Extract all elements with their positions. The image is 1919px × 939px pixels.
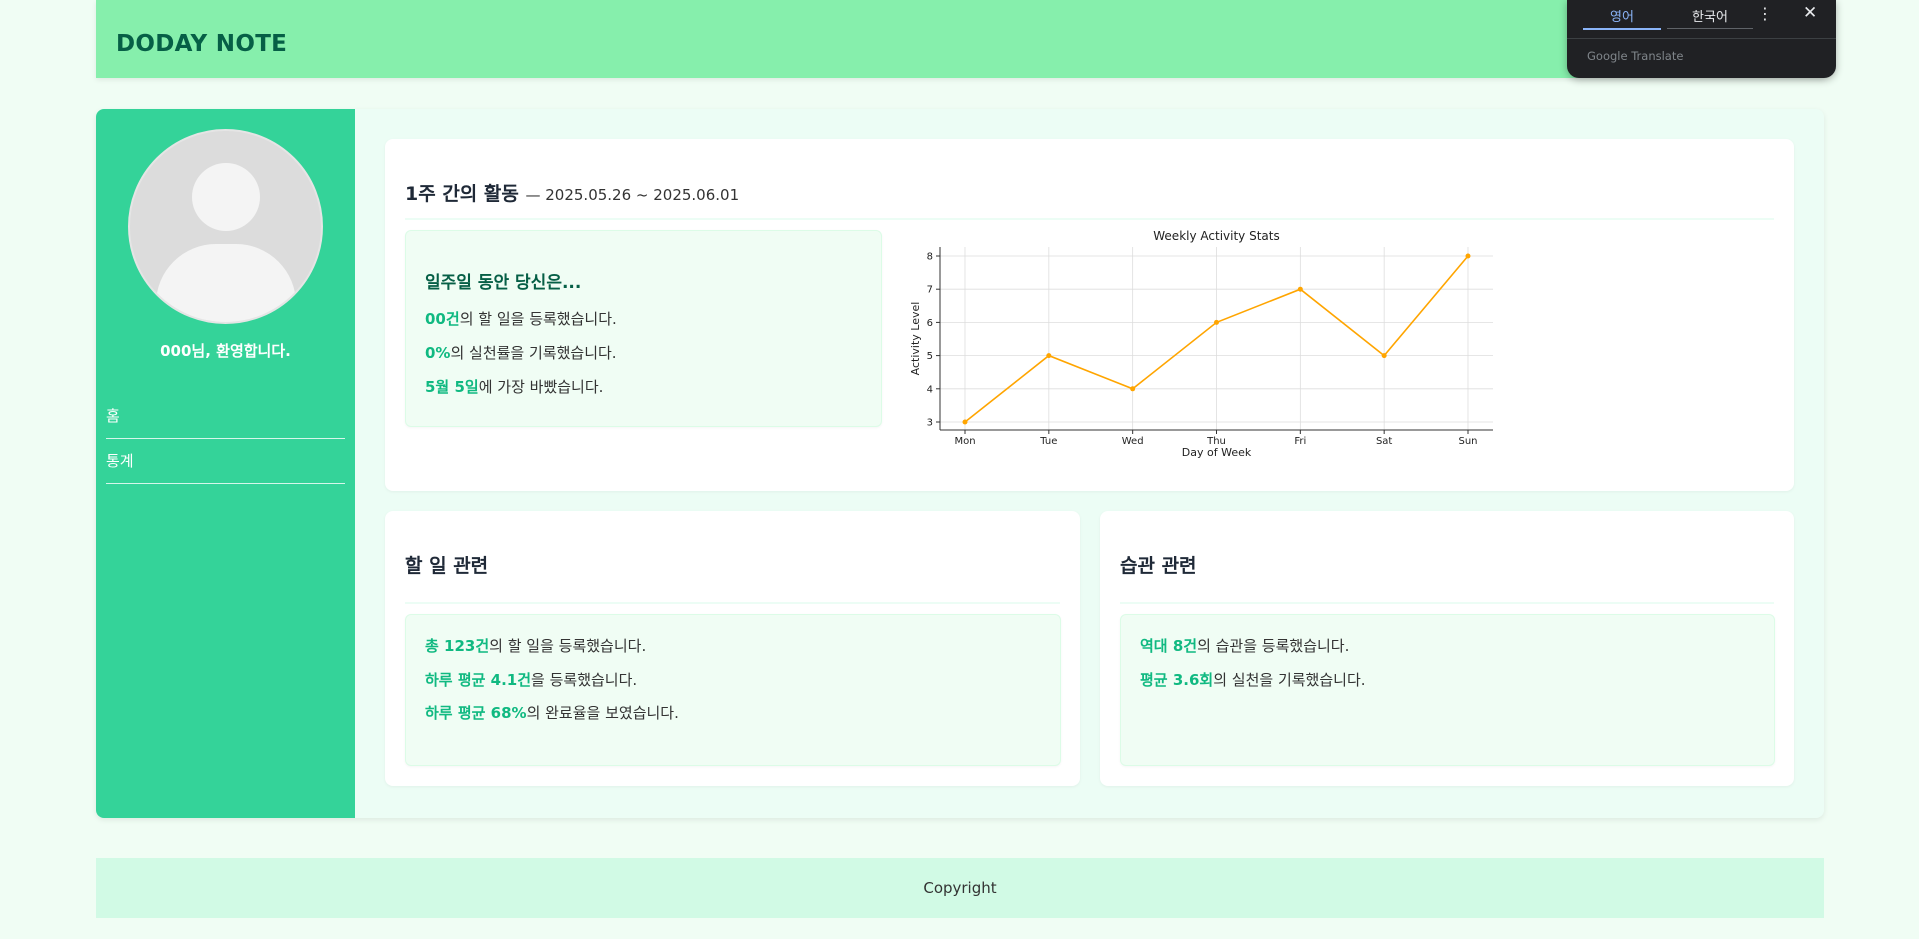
habit-line-total: 역대 8건의 습관을 등록했습니다. <box>1140 635 1349 656</box>
sidebar-item-stats[interactable]: 통계 <box>106 439 345 484</box>
weekly-divider <box>405 218 1774 220</box>
weekly-line-highlight: 00건 <box>425 310 460 328</box>
chart-x-tick-label: Sun <box>1458 436 1477 447</box>
chart-y-label: Activity Level <box>909 302 922 376</box>
chart-y-tick-label: 5 <box>927 351 933 362</box>
weekly-line-text: 에 가장 바빴습니다. <box>478 378 604 396</box>
weekly-line-highlight: 0% <box>425 344 451 362</box>
chart-y-tick-label: 3 <box>927 418 933 429</box>
weekly-line-rate: 0%의 실천률을 기록했습니다. <box>425 342 617 363</box>
welcome-text: 000님, 환영합니다. <box>160 342 291 360</box>
weekly-activity-chart: 345678Mon Tue Wed Thu Fri Sat SunWeekly Activi… <box>909 230 1493 459</box>
translate-popup: 영어 한국어 ⋮ ✕ Google Translate <box>1567 0 1836 78</box>
habit-line-highlight: 평균 3.6회 <box>1140 671 1214 689</box>
todo-line-text: 의 할 일을 등록했습니다. <box>489 637 647 655</box>
translate-tab-korean[interactable]: 한국어 <box>1667 6 1753 29</box>
todo-line-highlight: 총 123건 <box>425 637 490 655</box>
todo-line-text: 의 완료율을 보였습니다. <box>526 704 679 722</box>
weekly-date-range: — 2025.05.26 ~ 2025.06.01 <box>525 186 740 204</box>
weekly-title: 1주 간의 활동 — 2025.05.26 ~ 2025.06.01 <box>405 179 739 206</box>
todo-line-highlight: 하루 평균 4.1건 <box>425 671 532 689</box>
habit-line-highlight: 역대 8건 <box>1140 637 1198 655</box>
todo-divider <box>405 602 1060 604</box>
chart-title: Weekly Activity Stats <box>1153 230 1279 243</box>
chart-x-tick-label: Tue <box>1039 436 1057 447</box>
habit-line-practice: 평균 3.6회의 실천을 기록했습니다. <box>1140 669 1366 690</box>
avatar-body <box>156 244 296 322</box>
logo-text[interactable]: DODAY NOTE <box>116 31 287 57</box>
weekly-summary-box: 일주일 동안 당신은... 00건의 할 일을 등록했습니다. 0%의 실천률을… <box>405 230 882 427</box>
avatar-head <box>192 163 260 231</box>
chart-data-point <box>1046 353 1052 359</box>
habit-title: 습관 관련 <box>1120 555 1197 577</box>
sidebar: 000님, 환영합니다. 홈 통계 <box>96 109 355 818</box>
chart-y-tick-label: 8 <box>927 252 933 263</box>
weekly-line-highlight: 5월 5일 <box>425 378 479 396</box>
chart-x-tick-label: Mon <box>954 436 975 447</box>
chart-y-tick-label: 4 <box>927 384 933 395</box>
weekly-summary-heading: 일주일 동안 당신은... <box>425 273 582 293</box>
top-header: DODAY NOTE <box>96 0 1824 78</box>
weekly-line-busiest: 5월 5일에 가장 바빴습니다. <box>425 376 603 397</box>
weekly-line-text: 의 할 일을 등록했습니다. <box>459 310 617 328</box>
weekly-activity-card: 1주 간의 활동 — 2025.05.26 ~ 2025.06.01 일주일 동… <box>385 139 1794 491</box>
habit-line-text: 의 습관을 등록했습니다. <box>1197 637 1350 655</box>
weekly-line-text: 의 실천률을 기록했습니다. <box>450 344 617 362</box>
avatar[interactable] <box>128 129 323 324</box>
todo-card: 할 일 관련 총 123건의 할 일을 등록했습니다. 하루 평균 4.1건을 … <box>385 511 1080 786</box>
chart-x-tick-label: Fri <box>1294 436 1306 447</box>
todo-line-completion: 하루 평균 68%의 완료율을 보였습니다. <box>425 702 679 723</box>
chart-data-point <box>1381 353 1387 359</box>
todo-line-highlight: 하루 평균 68% <box>425 704 527 722</box>
translate-tab-english[interactable]: 영어 <box>1583 6 1661 30</box>
chart-data-point <box>1465 253 1471 259</box>
google-translate-brand: Google Translate <box>1587 49 1684 63</box>
chart-data-point <box>1214 319 1219 325</box>
chart-x-tick-label: Wed <box>1122 436 1144 447</box>
chart-data-point <box>1297 286 1303 292</box>
todo-summary-box: 총 123건의 할 일을 등록했습니다. 하루 평균 4.1건을 등록했습니다.… <box>405 614 1061 766</box>
chart-x-label: Day of Week <box>1182 446 1252 459</box>
chart-y-tick-label: 7 <box>927 285 933 296</box>
sidebar-nav: 홈 통계 <box>106 394 345 484</box>
weekly-title-text: 1주 간의 활동 <box>405 183 519 205</box>
habit-summary-box: 역대 8건의 습관을 등록했습니다. 평균 3.6회의 실천을 기록했습니다. <box>1120 614 1775 766</box>
weekly-line-todos: 00건의 할 일을 등록했습니다. <box>425 308 617 329</box>
chart-data-point <box>1130 386 1136 392</box>
todo-line-daily-avg: 하루 평균 4.1건을 등록했습니다. <box>425 669 637 690</box>
footer: Copyright <box>96 858 1824 918</box>
chart-x-tick-label: Sat <box>1376 436 1392 447</box>
habit-line-text: 의 실천을 기록했습니다. <box>1213 671 1366 689</box>
more-vert-icon[interactable]: ⋮ <box>1757 4 1773 23</box>
sidebar-item-home[interactable]: 홈 <box>106 394 345 439</box>
main-layout: 000님, 환영합니다. 홈 통계 1주 간의 활동 — 2025.05.26 … <box>96 109 1824 818</box>
todo-line-total: 총 123건의 할 일을 등록했습니다. <box>425 635 646 656</box>
close-icon[interactable]: ✕ <box>1803 3 1817 23</box>
chart-data-point <box>962 419 968 425</box>
translate-divider <box>1567 38 1836 39</box>
todo-line-text: 을 등록했습니다. <box>531 671 638 689</box>
chart-y-tick-label: 6 <box>927 318 933 329</box>
habit-divider <box>1120 602 1774 604</box>
todo-title: 할 일 관련 <box>405 555 489 577</box>
habit-card: 습관 관련 역대 8건의 습관을 등록했습니다. 평균 3.6회의 실천을 기록… <box>1100 511 1794 786</box>
